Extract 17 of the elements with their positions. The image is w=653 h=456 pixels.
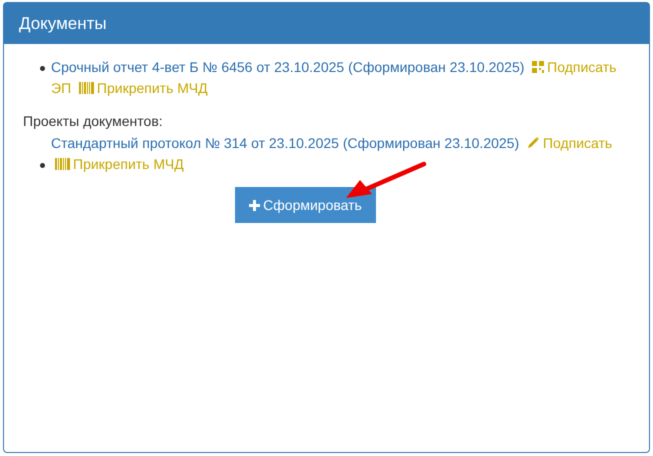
pencil-icon	[526, 136, 540, 149]
bullet-icon	[40, 66, 45, 71]
document-link[interactable]: Срочный отчет 4-вет Б № 6456 от 23.10.2025 (Сформирован 23.10.2025)	[51, 59, 524, 75]
sign-link[interactable]: Подписать	[532, 59, 616, 75]
plus-icon	[249, 200, 260, 210]
barcode-icon	[55, 158, 70, 170]
panel-title: Документы	[19, 12, 107, 35]
sign-link[interactable]: ЭП	[51, 80, 72, 96]
attach-link[interactable]: Прикрепить МЧД	[55, 156, 184, 172]
attach-link[interactable]: Прикрепить МЧД	[78, 80, 208, 96]
create-button[interactable]: Сформировать	[235, 187, 376, 223]
section-label: Проекты документов:	[22, 112, 164, 131]
qr-code-icon	[532, 61, 544, 73]
sign-link[interactable]: Подписать	[526, 135, 612, 151]
barcode-icon	[78, 82, 94, 94]
bullet-icon	[40, 163, 45, 168]
document-link[interactable]: Стандартный протокол № 314 от 23.10.2025 (Сформирован 23.10.2025)	[51, 135, 520, 151]
